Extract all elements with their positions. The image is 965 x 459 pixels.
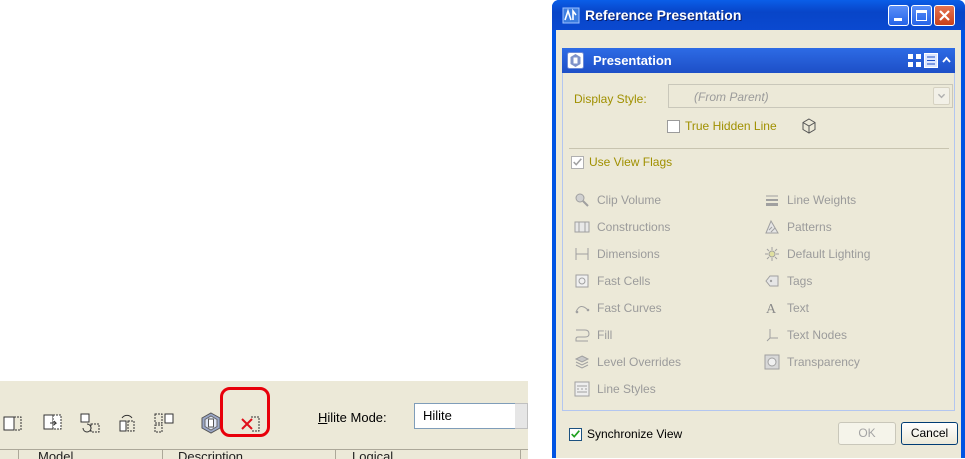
text-nodes-icon <box>763 326 781 344</box>
flag-label: Line Styles <box>597 382 656 396</box>
flag-text-nodes: Text Nodes <box>763 325 847 345</box>
minimize-button[interactable] <box>888 5 909 26</box>
checkmark-icon <box>573 158 582 166</box>
fast-cells-icon <box>573 272 591 290</box>
flag-label: Dimensions <box>597 247 660 261</box>
use-view-flags-checkbox[interactable] <box>571 156 584 169</box>
flag-clip-volume: Clip Volume <box>573 190 661 210</box>
list-view-icon[interactable] <box>924 53 938 68</box>
flag-tags: Tags <box>763 271 812 291</box>
rotate-reference-icon[interactable] <box>114 410 140 436</box>
display-style-label: Display Style: <box>574 92 647 106</box>
level-overrides-icon <box>573 353 591 371</box>
reference-toolbar: Hilite Mode: Hilite Model Description Lo… <box>0 381 528 459</box>
hilite-mode-value: Hilite <box>423 408 452 423</box>
hilite-mode-dropdown-button[interactable] <box>515 403 528 429</box>
flag-label: Text <box>787 301 810 315</box>
svg-text:A: A <box>766 302 777 316</box>
flag-label: Level Overrides <box>597 355 682 369</box>
display-style-select[interactable]: (From Parent) <box>668 84 953 108</box>
reference-presentation-dialog: Reference Presentation Presentation Disp… <box>552 0 965 458</box>
flag-label: Fill <box>597 328 613 342</box>
section-divider <box>569 148 949 149</box>
dialog-title: Reference Presentation <box>585 7 742 23</box>
flag-dimensions: Dimensions <box>573 244 660 264</box>
checkmark-icon <box>571 430 580 438</box>
fill-icon <box>573 326 591 344</box>
flag-label: Constructions <box>597 220 671 234</box>
presentation-highlight-ring <box>220 387 270 437</box>
flag-constructions: Constructions <box>573 217 670 237</box>
flag-label: Tags <box>787 274 813 288</box>
use-view-flags-label: Use View Flags <box>589 155 673 169</box>
true-hidden-line-label: True Hidden Line <box>685 119 777 133</box>
display-style-dropdown-button[interactable] <box>933 87 950 105</box>
dialog-client-area: Presentation Display Style: (From Parent… <box>556 30 961 458</box>
flag-label: Transparency <box>787 355 860 369</box>
fast-curves-icon <box>573 299 591 317</box>
flag-label: Text Nodes <box>787 328 848 342</box>
flag-transparency: Transparency <box>763 352 860 372</box>
flag-patterns: Patterns <box>763 217 832 237</box>
section-title: Presentation <box>593 53 672 68</box>
hidden-line-icon <box>802 118 816 134</box>
synchronize-view-label: Synchronize View <box>587 427 683 441</box>
flag-line-weights: Line Weights <box>763 190 856 210</box>
flag-text: A Text <box>763 298 809 318</box>
presentation-section-icon <box>567 52 584 69</box>
maximize-button[interactable] <box>911 5 932 26</box>
flag-label: Fast Curves <box>597 301 662 315</box>
attach-reference-icon[interactable] <box>0 410 26 436</box>
synchronize-view-checkbox[interactable] <box>569 428 582 441</box>
flag-label: Default Lighting <box>787 247 871 261</box>
flag-level-overrides: Level Overrides <box>573 352 681 372</box>
text-icon: A <box>763 299 781 317</box>
line-weights-icon <box>763 191 781 209</box>
true-hidden-line-checkbox[interactable] <box>667 120 680 133</box>
flag-fast-curves: Fast Curves <box>573 298 662 318</box>
minimize-icon <box>894 18 902 21</box>
line-styles-icon <box>573 380 591 398</box>
display-style-value: (From Parent) <box>694 90 769 104</box>
flag-line-styles: Line Styles <box>573 379 656 399</box>
default-lighting-icon <box>763 245 781 263</box>
presentation-panel: Display Style: (From Parent) True Hidden… <box>562 73 955 411</box>
patterns-icon <box>763 218 781 236</box>
tags-icon <box>763 272 781 290</box>
flag-label: Patterns <box>787 220 832 234</box>
hilite-mode-select[interactable]: Hilite <box>414 403 516 429</box>
dimensions-icon <box>573 245 591 263</box>
close-icon <box>939 10 950 21</box>
constructions-icon <box>573 218 591 236</box>
maximize-icon <box>916 10 927 21</box>
flag-label: Fast Cells <box>597 274 651 288</box>
cancel-button[interactable]: Cancel <box>901 422 958 445</box>
transparency-icon <box>763 353 781 371</box>
flag-default-lighting: Default Lighting <box>763 244 870 264</box>
reference-layout-icon[interactable] <box>151 410 177 436</box>
clip-volume-icon <box>573 191 591 209</box>
presentation-section-header[interactable]: Presentation <box>562 48 955 73</box>
grid-view-icon[interactable] <box>908 54 921 67</box>
flag-label: Clip Volume <box>597 193 662 207</box>
hilite-mode-label: Hilite Mode: <box>318 410 387 425</box>
flag-fast-cells: Fast Cells <box>573 271 650 291</box>
chevron-down-icon <box>937 93 946 99</box>
close-button[interactable] <box>934 5 955 26</box>
flag-fill: Fill <box>573 325 612 345</box>
app-icon <box>562 7 580 24</box>
flag-label: Line Weights <box>787 193 857 207</box>
move-reference-icon[interactable] <box>77 410 103 436</box>
reload-reference-icon[interactable] <box>40 410 66 436</box>
dialog-titlebar[interactable]: Reference Presentation <box>552 0 965 30</box>
collapse-icon[interactable] <box>942 55 951 64</box>
ok-button[interactable]: OK <box>838 422 896 445</box>
